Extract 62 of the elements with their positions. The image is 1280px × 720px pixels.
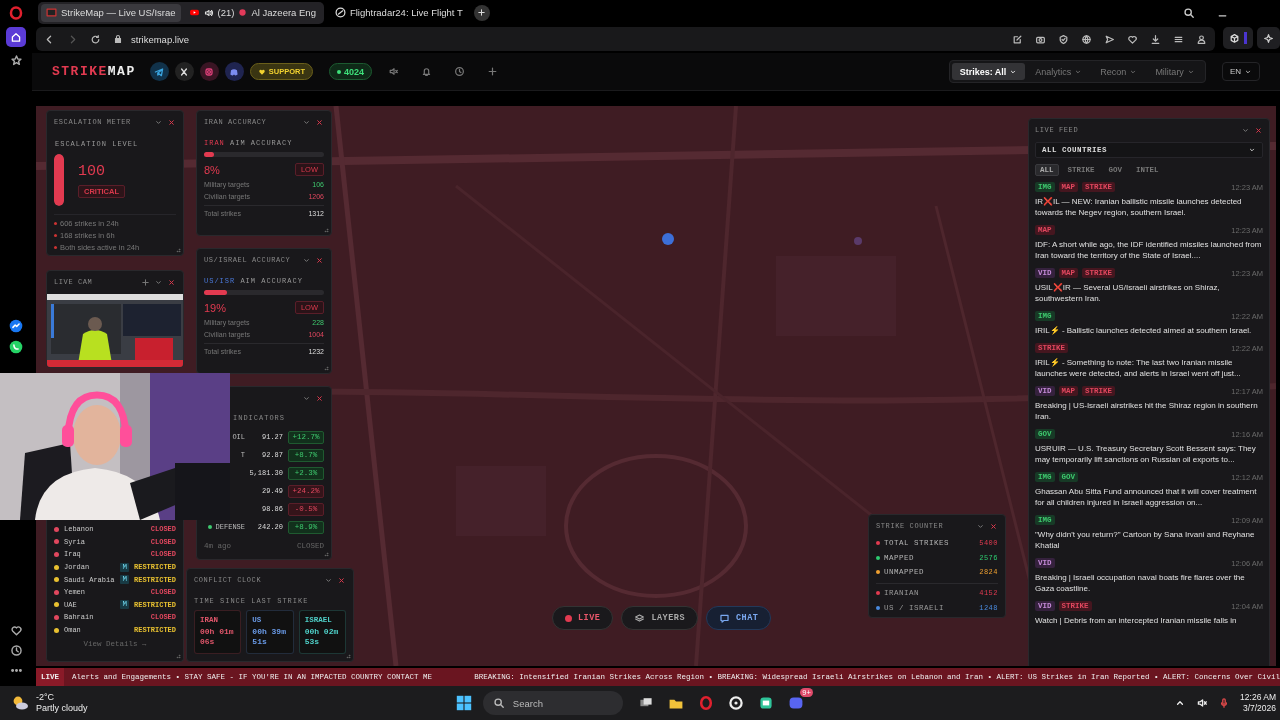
clock-time: 12:26 AM xyxy=(1240,692,1276,703)
search-icon[interactable] xyxy=(1183,6,1195,19)
history-icon[interactable] xyxy=(9,644,23,657)
globe-icon[interactable] xyxy=(1081,33,1092,45)
telegram-button[interactable] xyxy=(149,62,169,81)
edit-icon[interactable] xyxy=(1012,33,1023,45)
discord-icon[interactable] xyxy=(787,695,804,711)
home-button[interactable] xyxy=(6,27,26,47)
whatsapp-icon[interactable] xyxy=(9,340,23,354)
clock-date: 3/7/2026 xyxy=(1241,703,1276,714)
browser-tab[interactable]: StrikeMap — Live US/Israe xyxy=(41,3,181,22)
site-icon xyxy=(46,7,57,18)
send-icon[interactable] xyxy=(1104,33,1115,45)
browser-tab[interactable]: Flightradar24: Live Flight T xyxy=(329,3,468,22)
nav-menu[interactable]: Recon xyxy=(1092,63,1146,80)
browser-tab[interactable]: (21) Al Jazeera Eng xyxy=(183,3,321,22)
search-field[interactable]: Search xyxy=(482,691,623,715)
live-dot-icon xyxy=(238,8,248,17)
chat-app-icon[interactable] xyxy=(757,695,774,711)
nav-menu[interactable]: Military xyxy=(1147,63,1203,80)
extension-button[interactable] xyxy=(1223,27,1253,49)
opera-icon[interactable] xyxy=(697,695,714,711)
language-select[interactable]: EN xyxy=(1221,62,1260,81)
strikemap-logo: STRIKEMAP xyxy=(52,64,136,79)
plus-icon[interactable] xyxy=(487,66,498,77)
ai-button[interactable] xyxy=(1257,27,1280,49)
shield-icon[interactable] xyxy=(1058,33,1069,45)
opera-logo-icon xyxy=(9,6,23,20)
home-icon xyxy=(10,31,22,43)
nav-menu[interactable]: Strikes: All xyxy=(951,63,1026,80)
telegram-icon xyxy=(153,65,166,78)
online-count: 4024 xyxy=(329,63,372,80)
x-logo-button[interactable] xyxy=(174,62,194,81)
nav-menu[interactable]: Analytics xyxy=(1027,63,1091,80)
instagram-icon xyxy=(203,65,216,78)
download-icon[interactable] xyxy=(1150,33,1161,45)
weather-text: Partly cloudy xyxy=(36,703,88,714)
heart-icon[interactable] xyxy=(9,624,23,637)
heart-icon xyxy=(257,67,266,76)
windows-logo-icon[interactable] xyxy=(454,694,473,712)
mute-icon[interactable] xyxy=(1196,697,1209,709)
video-icon xyxy=(188,7,200,18)
sparkle-icon xyxy=(1263,32,1274,44)
reload-icon[interactable] xyxy=(90,33,101,45)
messenger-icon[interactable] xyxy=(9,319,23,333)
url-field[interactable]: strikemap.live xyxy=(131,33,190,45)
lock-icon xyxy=(113,34,123,44)
plus-icon xyxy=(477,8,487,17)
temperature: -2°C xyxy=(36,692,56,703)
discord-button[interactable] xyxy=(224,62,244,81)
instagram-button[interactable] xyxy=(199,62,219,81)
profile-icon[interactable] xyxy=(1196,33,1207,45)
search-icon xyxy=(492,697,505,709)
clock-icon[interactable] xyxy=(454,66,465,77)
aperture-icon[interactable] xyxy=(727,695,744,711)
cube-icon xyxy=(1229,32,1240,44)
radar-icon xyxy=(334,7,346,18)
heart-icon[interactable] xyxy=(1127,33,1138,45)
new-tab-button[interactable] xyxy=(473,4,490,21)
star-icon[interactable] xyxy=(9,54,23,67)
bell-icon[interactable] xyxy=(421,66,432,77)
speaker-icon xyxy=(203,7,214,18)
